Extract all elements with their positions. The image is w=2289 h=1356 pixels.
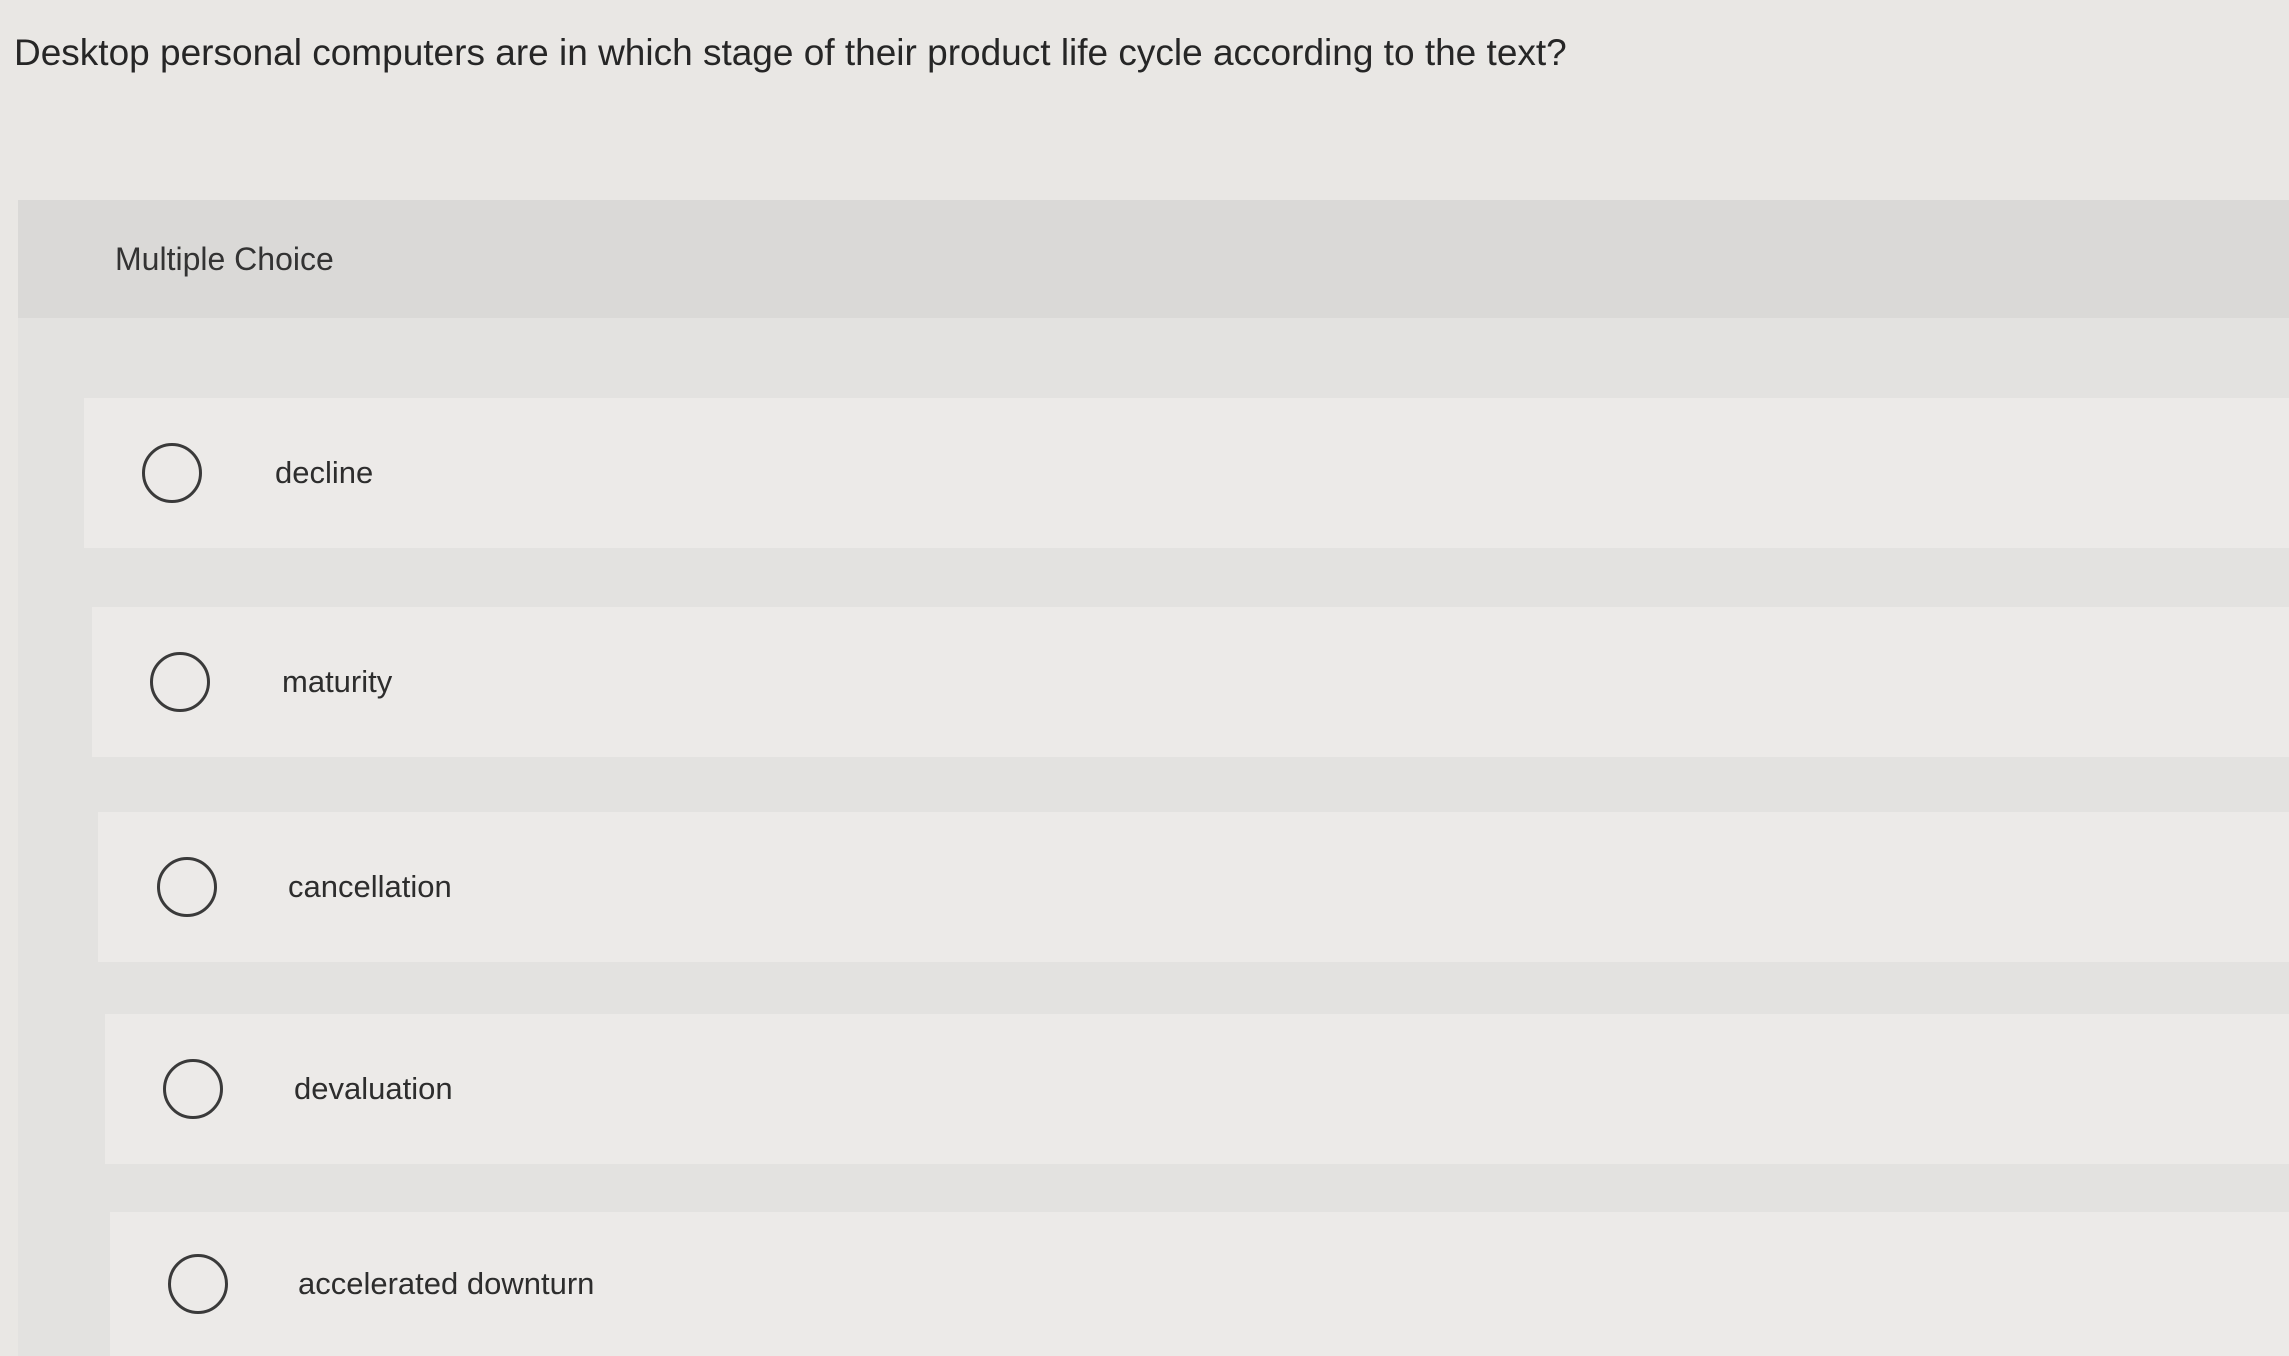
radio-button[interactable] (150, 652, 210, 712)
question-text: Desktop personal computers are in which … (14, 32, 1567, 73)
option-label: cancellation (288, 869, 452, 904)
radio-button[interactable] (142, 443, 202, 503)
multiple-choice-panel: Multiple Choice (18, 200, 2289, 1356)
radio-button[interactable] (157, 857, 217, 917)
option-label: decline (275, 455, 374, 490)
radio-button[interactable] (163, 1059, 223, 1119)
option-cancellation[interactable]: cancellation (98, 812, 2289, 962)
option-devaluation[interactable]: devaluation (105, 1014, 2289, 1164)
panel-header: Multiple Choice (18, 200, 2289, 318)
option-decline[interactable]: decline (84, 398, 2289, 548)
option-label: maturity (282, 664, 393, 699)
option-label: devaluation (294, 1071, 453, 1106)
option-accelerated-downturn[interactable]: accelerated downturn (110, 1212, 2289, 1356)
option-maturity[interactable]: maturity (92, 607, 2289, 757)
radio-button[interactable] (168, 1254, 228, 1314)
option-label: accelerated downturn (298, 1266, 595, 1301)
panel-title: Multiple Choice (115, 241, 334, 277)
